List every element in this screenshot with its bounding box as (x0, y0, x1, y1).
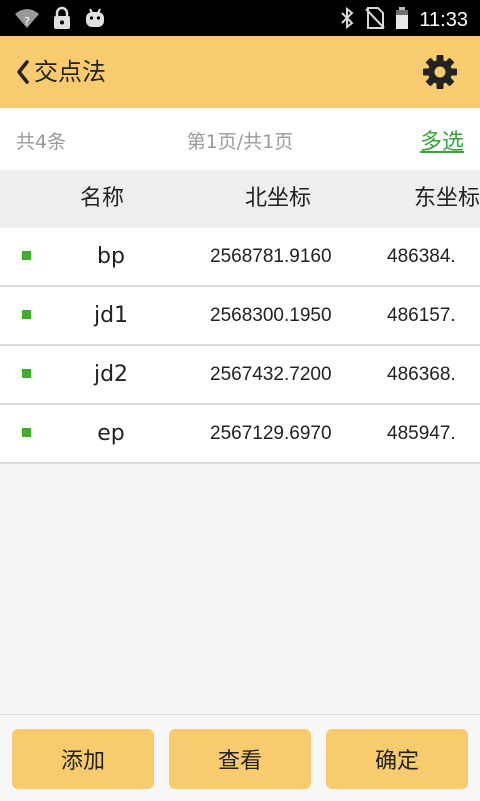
lock-icon (52, 6, 72, 34)
table-row[interactable]: bp 2568781.9160 486384. (0, 228, 480, 287)
row-marker (22, 369, 31, 378)
wifi-unknown-icon: ? (14, 7, 40, 33)
cell-name: jd2 (93, 362, 129, 387)
view-button[interactable]: 查看 (169, 729, 311, 789)
cell-east: 486157. (387, 305, 456, 326)
cell-east: 486384. (387, 246, 456, 267)
no-sim-icon (365, 6, 386, 34)
cell-name: ep (97, 421, 125, 446)
column-header-name: 名称 (80, 186, 125, 211)
status-time: 11:33 (419, 9, 468, 31)
page-title: 交点法 (34, 58, 106, 86)
chevron-left-icon (17, 60, 29, 84)
gear-icon (423, 55, 457, 89)
table-row[interactable]: jd1 2568300.1950 486157. (0, 287, 480, 346)
cell-north: 2567432.7200 (210, 364, 332, 385)
page-indicator: 第1页/共1页 (186, 131, 294, 153)
cell-east: 486368. (387, 364, 456, 385)
column-header-north: 北坐标 (245, 186, 312, 211)
status-left-icons: ? (14, 6, 106, 34)
confirm-button[interactable]: 确定 (326, 729, 468, 789)
add-button[interactable]: 添加 (12, 729, 154, 789)
cell-east: 485947. (387, 423, 456, 444)
svg-text:?: ? (24, 15, 30, 28)
status-right-icons: 11:33 (339, 6, 468, 34)
table-row[interactable]: jd2 2567432.7200 486368. (0, 346, 480, 405)
bluetooth-icon (339, 6, 355, 34)
row-marker (22, 428, 31, 437)
status-bar: ? 11:33 (0, 0, 480, 36)
table-body: bp 2568781.9160 486384. jd1 2568300.1950… (0, 228, 480, 464)
cell-name: jd1 (93, 303, 129, 328)
settings-button[interactable] (422, 54, 458, 90)
row-marker (22, 251, 31, 260)
column-header-east: 东坐标 (414, 186, 480, 211)
table-row[interactable]: ep 2567129.6970 485947. (0, 405, 480, 464)
table-header: 名称 北坐标 东坐标 (0, 170, 480, 229)
cell-north: 2567129.6970 (210, 423, 332, 444)
app-bar: 交点法 (0, 36, 480, 108)
multi-select-link[interactable]: 多选 (420, 124, 464, 156)
cell-north: 2568781.9160 (210, 246, 332, 267)
android-icon (84, 7, 106, 33)
row-marker (22, 310, 31, 319)
bottom-action-bar: 添加 查看 确定 (0, 714, 480, 801)
cell-north: 2568300.1950 (210, 305, 332, 326)
summary-bar: 共4条 第1页/共1页 多选 (0, 108, 480, 171)
cell-name: bp (97, 244, 125, 269)
battery-icon (395, 6, 409, 34)
